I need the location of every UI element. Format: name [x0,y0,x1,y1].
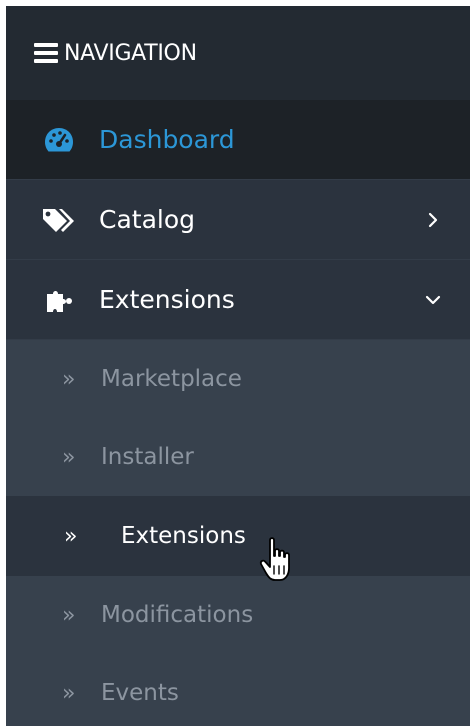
menu-item-label: Extensions [99,285,235,314]
submenu-item-installer[interactable]: » Installer [6,418,470,496]
submenu-item-modifications[interactable]: » Modifications [6,576,470,654]
submenu-item-label: Extensions [121,523,246,549]
double-chevron-icon: » [62,444,76,470]
extensions-submenu: » Marketplace » Installer » Extensions »… [6,340,470,726]
menu-item-dashboard[interactable]: Dashboard [6,100,470,180]
double-chevron-icon: » [62,602,76,628]
double-chevron-icon: » [64,523,78,549]
navigation-header[interactable]: NAVIGATION [6,6,470,100]
submenu-item-label: Marketplace [101,366,242,392]
chevron-down-icon [424,291,442,309]
submenu-item-label: Installer [101,444,194,470]
sidebar-navigation: NAVIGATION Dashboard Catalog Extensions … [6,6,470,726]
submenu-item-extensions[interactable]: » Extensions [6,496,470,576]
menu-item-catalog[interactable]: Catalog [6,180,470,260]
puzzle-icon [42,283,76,317]
double-chevron-icon: » [62,680,76,706]
chevron-right-icon [424,211,442,229]
dashboard-icon [42,123,76,157]
menu-item-label: Dashboard [99,125,235,154]
submenu-item-marketplace[interactable]: » Marketplace [6,340,470,418]
menu-item-extensions[interactable]: Extensions [6,260,470,340]
navigation-title: NAVIGATION [64,40,197,66]
double-chevron-icon: » [62,366,76,392]
hand-pointer-cursor-icon [258,536,298,586]
submenu-item-label: Events [101,680,179,706]
submenu-item-events[interactable]: » Events [6,654,470,726]
menu-item-label: Catalog [99,205,196,234]
tags-icon [42,203,76,237]
hamburger-icon [34,43,58,63]
submenu-item-label: Modifications [101,602,254,628]
